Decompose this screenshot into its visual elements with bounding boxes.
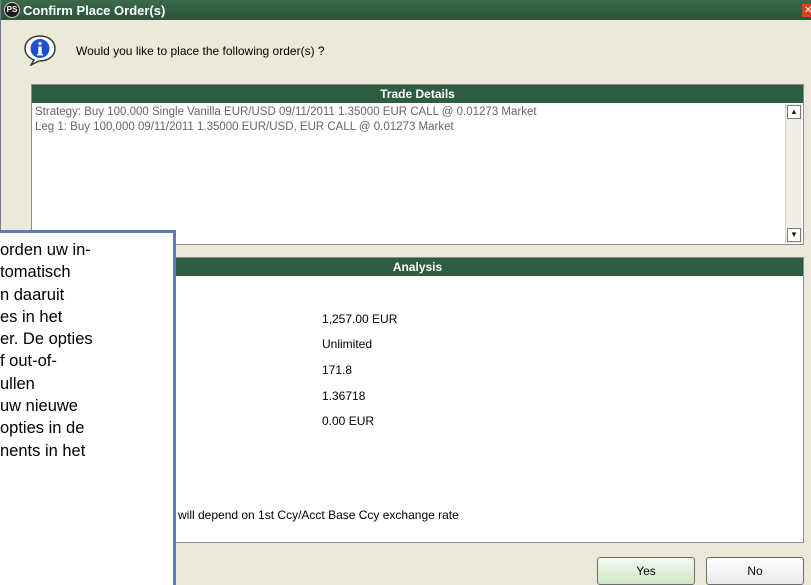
info-icon bbox=[24, 35, 56, 66]
trade-line-strategy: Strategy: Buy 100,000 Single Vanilla EUR… bbox=[35, 106, 537, 118]
app-icon: PS bbox=[4, 2, 20, 18]
overlay-line: nents in het bbox=[0, 441, 86, 460]
analysis-value-3: 171.8 bbox=[322, 363, 353, 377]
scroll-up-button[interactable]: ▲ bbox=[787, 105, 801, 119]
trade-line-leg: Leg 1: Buy 100,000 09/11/2011 1.35000 EU… bbox=[35, 121, 454, 133]
scroll-down-button[interactable]: ▼ bbox=[787, 228, 801, 242]
overlay-line: n daaruit bbox=[0, 285, 65, 304]
overlay-line: er. De opties bbox=[0, 330, 93, 349]
annotation-overlay: orden uw in- tomatisch n daaruit es in h… bbox=[0, 230, 176, 585]
chevron-down-icon: ▼ bbox=[790, 230, 798, 239]
trade-details-scrollbar[interactable]: ▲ ▼ bbox=[785, 104, 802, 243]
title-bar[interactable]: PS Confirm Place Order(s) ✕ bbox=[1, 0, 811, 20]
analysis-footnote: will depend on 1st Ccy/Acct Base Ccy exc… bbox=[178, 508, 459, 522]
overlay-line: opties in de bbox=[0, 419, 85, 438]
analysis-value-2: Unlimited bbox=[322, 337, 373, 351]
trade-details-header: Trade Details bbox=[32, 85, 803, 103]
yes-button[interactable]: Yes bbox=[597, 557, 695, 585]
close-icon: ✕ bbox=[804, 5, 811, 16]
analysis-value-1: 1,257.00 EUR bbox=[322, 312, 398, 326]
overlay-line: tomatisch bbox=[0, 263, 71, 282]
chevron-up-icon: ▲ bbox=[790, 107, 798, 116]
overlay-text: orden uw in- tomatisch n daaruit es in h… bbox=[0, 239, 93, 462]
overlay-line: f out-of- bbox=[0, 352, 57, 371]
analysis-value-4: 1.36718 bbox=[322, 389, 366, 403]
overlay-line: ullen bbox=[0, 374, 35, 393]
window-title: Confirm Place Order(s) bbox=[23, 3, 166, 18]
overlay-line: uw nieuwe bbox=[0, 397, 78, 416]
close-button[interactable]: ✕ bbox=[802, 4, 811, 17]
analysis-value-5: 0.00 EUR bbox=[322, 414, 375, 428]
trade-details-panel: Trade Details Strategy: Buy 100,000 Sing… bbox=[31, 84, 804, 245]
overlay-line: orden uw in- bbox=[0, 241, 91, 259]
trade-details-text: Strategy: Buy 100,000 Single Vanilla EUR… bbox=[35, 105, 537, 135]
overlay-line: es in het bbox=[0, 307, 63, 326]
no-button[interactable]: No bbox=[706, 557, 804, 585]
confirm-prompt: Would you like to place the following or… bbox=[76, 44, 325, 58]
